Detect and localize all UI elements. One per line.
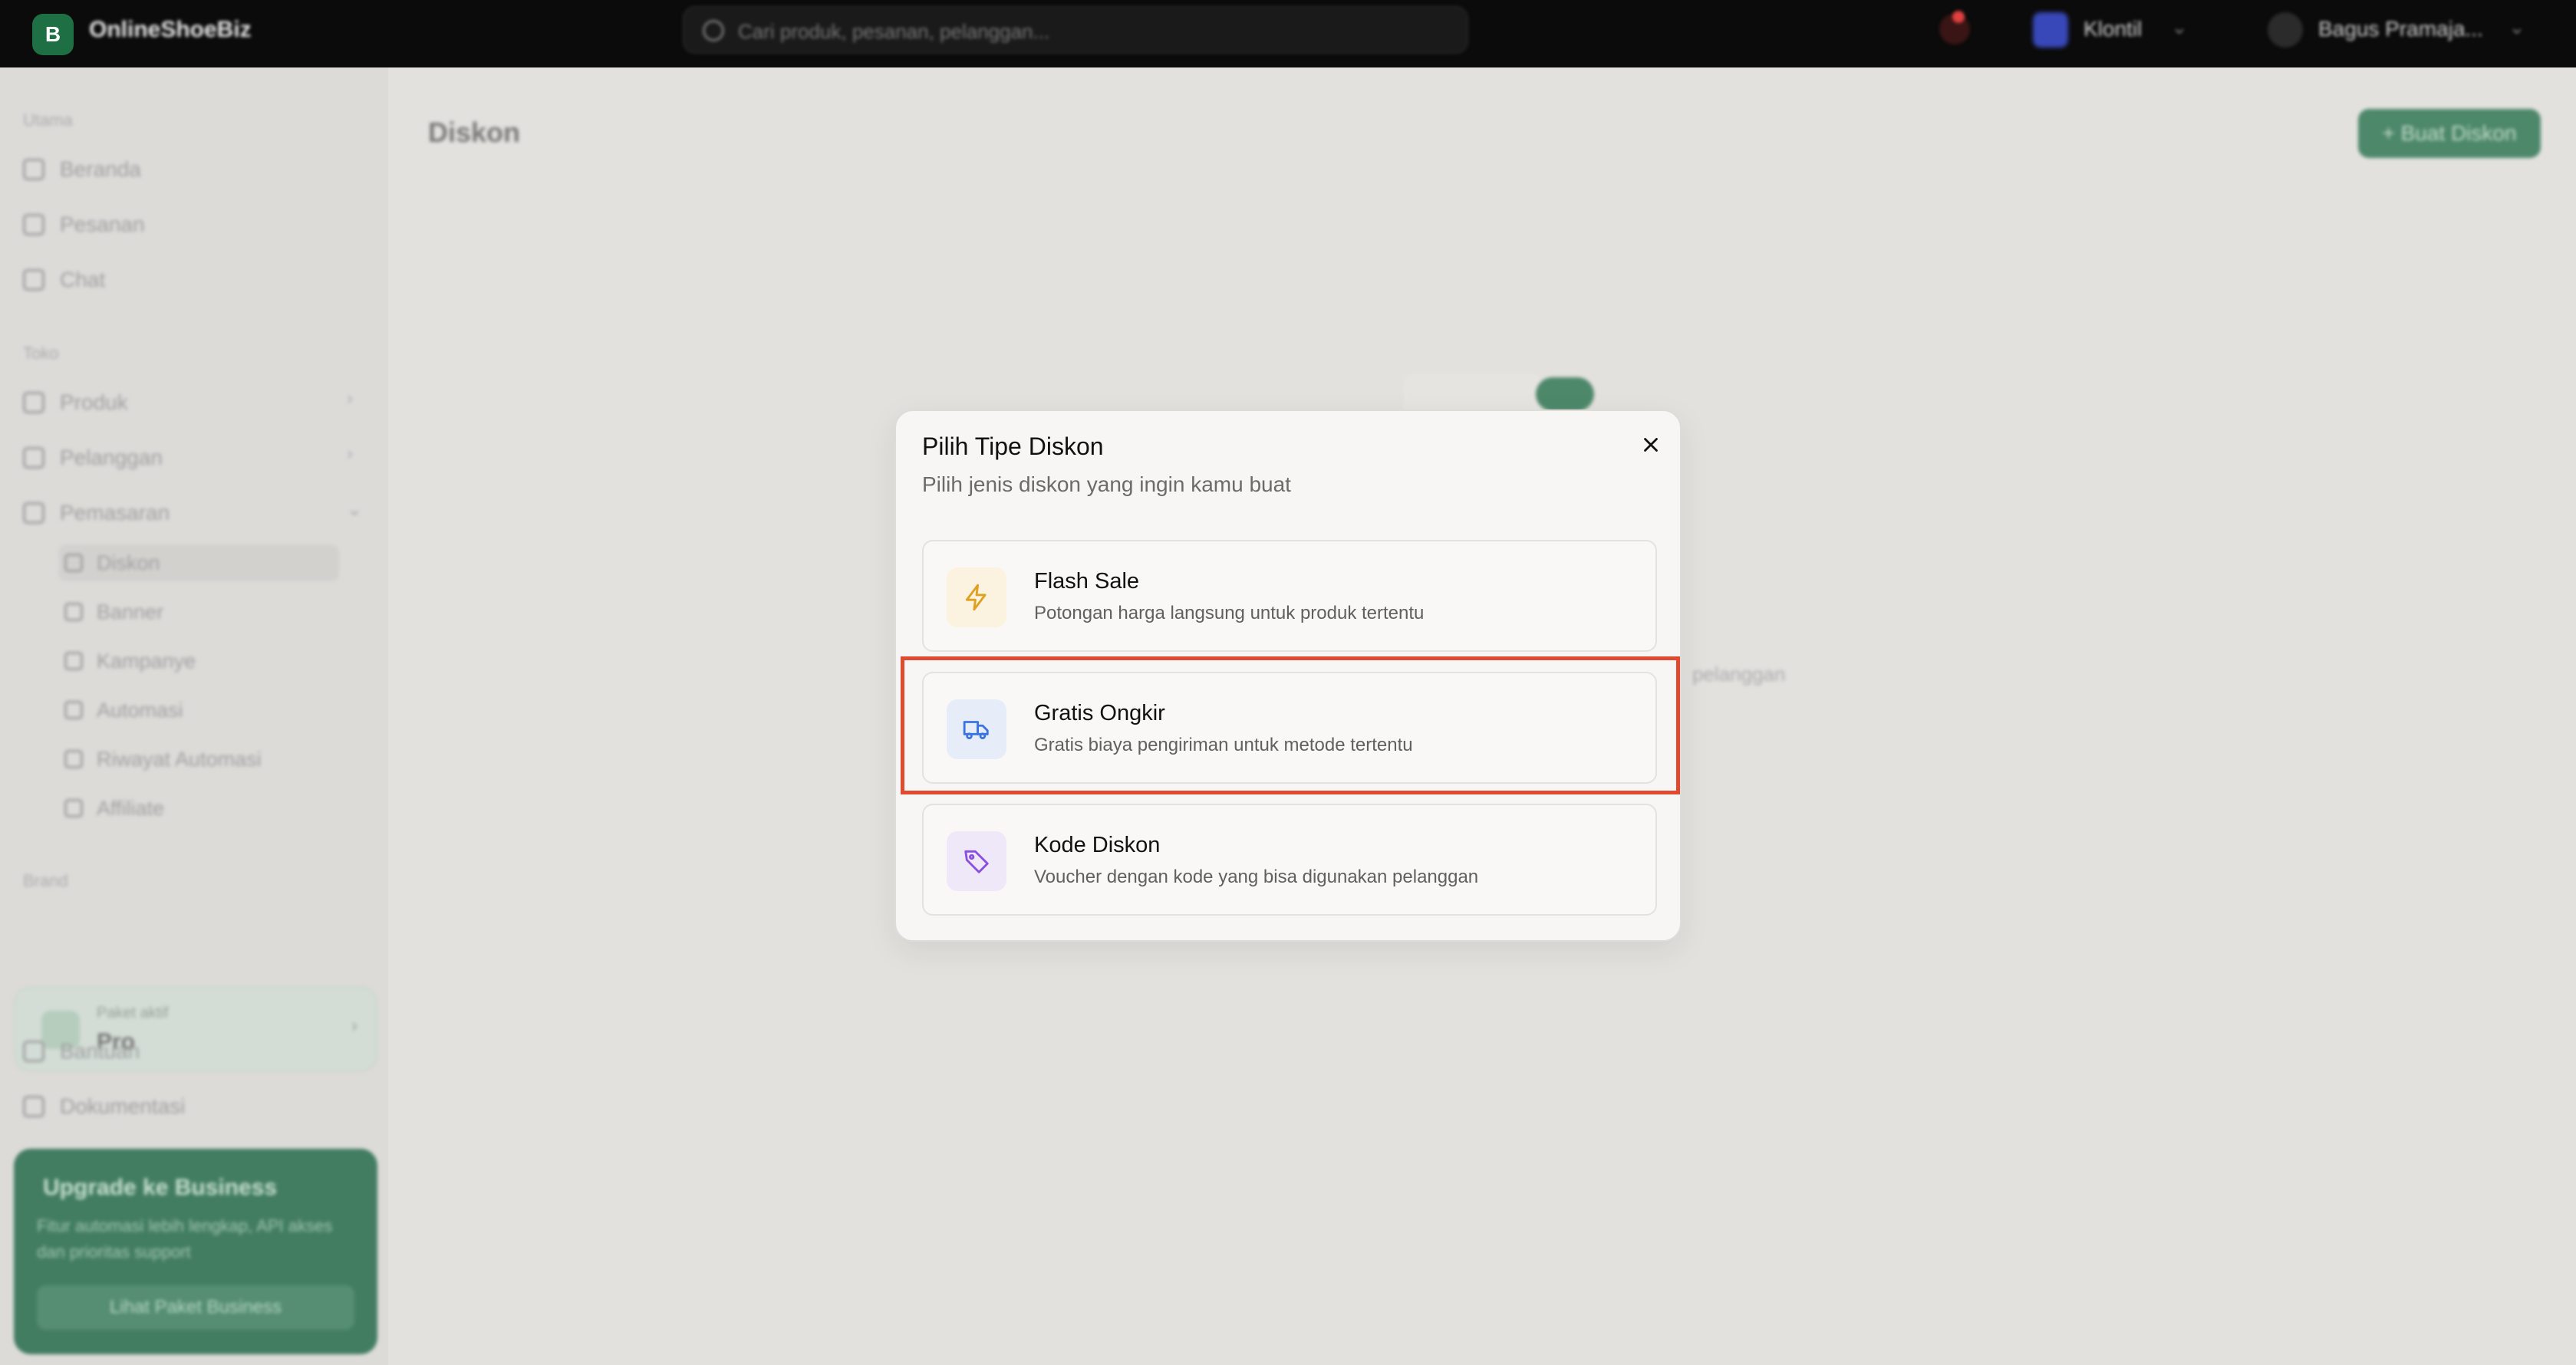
modal-subtitle: Pilih jenis diskon yang ingin kamu buat — [922, 472, 1291, 496]
option-icon-wrap — [947, 567, 1006, 627]
app-logo[interactable]: B — [32, 14, 74, 55]
store-icon[interactable] — [2033, 12, 2068, 48]
lightning-icon — [965, 584, 987, 611]
discount-type-modal: Pilih Tipe Diskon Pilih jenis diskon yan… — [894, 410, 1682, 942]
option-description: Gratis biaya pengiriman untuk metode ter… — [1034, 735, 1413, 755]
chevron-down-icon[interactable]: ⌄ — [2508, 15, 2525, 39]
search-input[interactable]: Cari produk, pesanan, pelanggan... — [683, 6, 1468, 54]
truck-icon — [963, 721, 989, 739]
option-kode-diskon[interactable]: Kode Diskon Voucher dengan kode yang bis… — [922, 804, 1657, 916]
avatar[interactable] — [2268, 12, 2303, 48]
option-title: Gratis Ongkir — [1034, 701, 1165, 725]
search-icon — [703, 20, 724, 41]
option-description: Voucher dengan kode yang bisa digunakan … — [1034, 867, 1479, 887]
brand-name: OnlineShoeBiz — [89, 17, 252, 42]
option-title: Flash Sale — [1034, 569, 1140, 594]
chevron-down-icon[interactable]: ⌄ — [2171, 15, 2188, 39]
top-bar: B OnlineShoeBiz Cari produk, pesanan, pe… — [0, 0, 2576, 67]
option-description: Potongan harga langsung untuk produk ter… — [1034, 603, 1425, 623]
option-title: Kode Diskon — [1034, 833, 1161, 857]
close-button[interactable] — [1634, 428, 1668, 462]
option-flash-sale[interactable]: Flash Sale Potongan harga langsung untuk… — [922, 540, 1657, 652]
option-gratis-ongkir[interactable]: Gratis Ongkir Gratis biaya pengiriman un… — [922, 672, 1657, 784]
store-selector[interactable]: Klontil — [2084, 17, 2142, 41]
option-icon-wrap — [947, 699, 1006, 759]
notification-dot — [1952, 11, 1965, 23]
modal-title: Pilih Tipe Diskon — [922, 433, 1104, 460]
tag-icon — [964, 850, 989, 873]
user-menu[interactable]: Bagus Pramaja... — [2318, 17, 2483, 41]
search-placeholder: Cari produk, pesanan, pelanggan... — [738, 20, 1050, 43]
option-icon-wrap — [947, 831, 1006, 891]
close-icon — [1644, 438, 1658, 452]
